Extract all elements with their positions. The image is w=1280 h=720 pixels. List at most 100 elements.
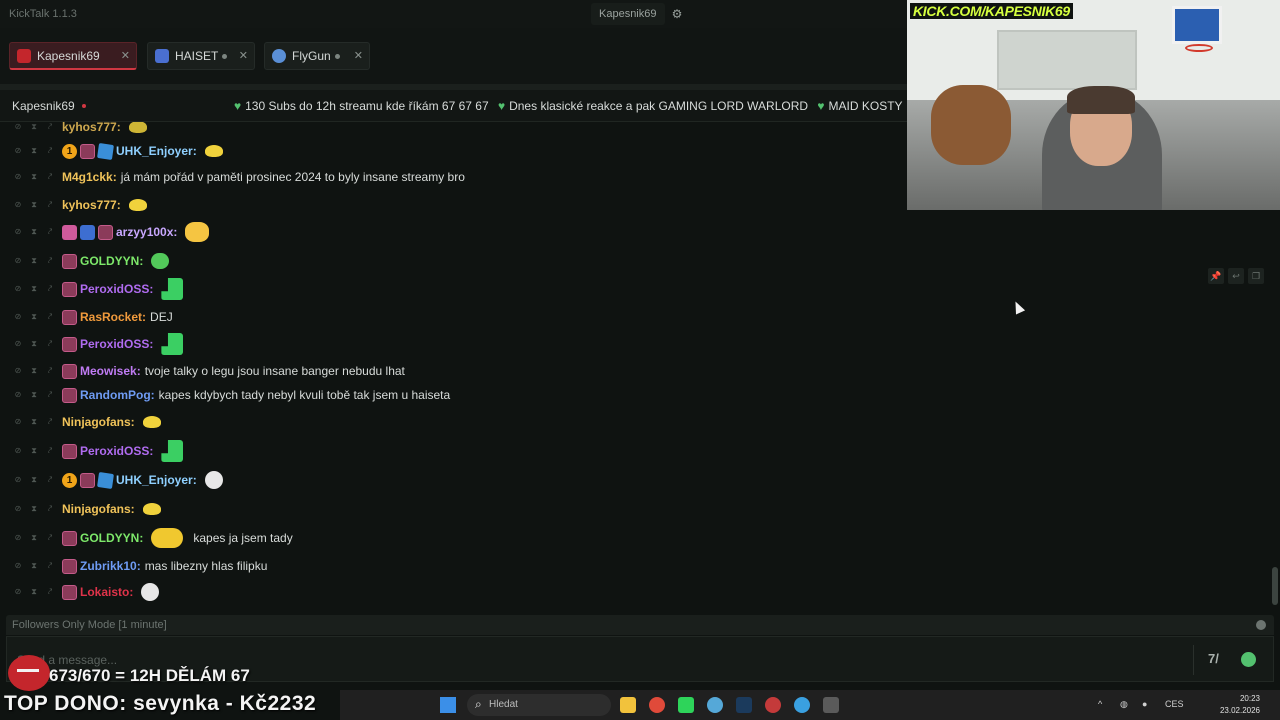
emote-picker-icon[interactable] [1241,652,1256,667]
timeout-icon[interactable]: ⧗ [28,255,40,267]
ban-icon[interactable]: ⊘ [12,560,24,572]
ban-icon[interactable]: ⊘ [12,586,24,598]
chat-username[interactable]: Meowisek: [80,364,141,378]
chrome-icon[interactable] [649,697,665,713]
chat-message[interactable]: ⊘ ⧗ ⤤ Meowisek: tvoje talky o legu jsou insa… [0,358,1270,384]
network-app-icon[interactable] [707,697,723,713]
ban-icon[interactable]: ⊘ [12,416,24,428]
chevron-up-icon[interactable]: ^ [1098,699,1102,709]
chat-username[interactable]: PeroxidOSS: [80,444,153,458]
chat-message[interactable]: ⊘ ⧗ ⤤ Ninjagofans: [0,409,1270,435]
ban-icon[interactable]: ⊘ [12,532,24,544]
ban-icon[interactable]: ⊘ [12,338,24,350]
chat-username[interactable]: RandomPog: [80,388,155,402]
chat-username[interactable]: Ninjagofans: [62,415,135,429]
timeout-icon[interactable]: ⧗ [28,283,40,295]
calculator-icon[interactable] [823,697,839,713]
close-icon[interactable]: ✕ [354,49,363,62]
timeout-icon[interactable]: ⧗ [28,503,40,515]
obs-icon[interactable] [765,697,781,713]
pin-icon[interactable]: ⤤ [44,171,56,183]
tab-kapesnik69[interactable]: Kapesnik69 ✕ [9,42,137,70]
ban-icon[interactable]: ⊘ [12,171,24,183]
copy-icon[interactable]: ❐ [1248,268,1264,284]
chat-username[interactable]: Zubrikk10: [80,559,141,573]
timeout-icon[interactable]: ⧗ [28,226,40,238]
chat-message[interactable]: ⊘ ⧗ ⤤ Zubrikk10: mas libezny hlas filipku [0,553,1270,579]
pin-icon[interactable]: ⤤ [44,503,56,515]
reply-icon[interactable]: ↩ [1228,268,1244,284]
timeout-icon[interactable]: ⧗ [28,474,40,486]
pin-icon[interactable]: ⤤ [44,226,56,238]
chat-message[interactable]: ⊘ ⧗ ⤤ GOLDYYN: [0,248,1270,274]
ban-icon[interactable]: ⊘ [12,199,24,211]
timeout-icon[interactable]: ⧗ [28,389,40,401]
chat-message[interactable]: ⊘ ⧗ ⤤ arzyy100x: [0,219,1270,245]
pin-icon[interactable]: ⤤ [44,365,56,377]
chat-message[interactable]: ⊘ ⧗ ⤤ GOLDYYN: kapes ja jsem tady [0,525,1270,551]
chat-message[interactable]: ⊘ ⧗ ⤤ PeroxidOSS: [0,276,1270,302]
pin-icon[interactable]: ⤤ [44,255,56,267]
chat-message[interactable]: ⊘ ⧗ ⤤ PeroxidOSS: [0,438,1270,464]
pin-icon[interactable]: ⤤ [44,389,56,401]
chat-username[interactable]: kyhos777: [62,122,121,134]
pin-icon[interactable]: ⤤ [44,474,56,486]
timeout-icon[interactable]: ⧗ [28,586,40,598]
pin-icon[interactable]: ⤤ [44,338,56,350]
chat-username[interactable]: M4g1ckk: [62,170,117,184]
chat-username[interactable]: GOLDYYN: [80,254,143,268]
ban-icon[interactable]: ⊘ [12,145,24,157]
taskbar-search[interactable]: ⌕ Hledat [467,694,611,716]
language-indicator[interactable]: CES [1165,699,1184,709]
chat-message[interactable]: ⊘ ⧗ ⤤ Lokaisto: [0,579,1270,605]
chat-message[interactable]: ⊘ ⧗ ⤤ Ninjagofans: [0,496,1270,522]
timeout-icon[interactable]: ⧗ [28,445,40,457]
ban-icon[interactable]: ⊘ [12,389,24,401]
timeout-icon[interactable]: ⧗ [28,311,40,323]
chat-username[interactable]: kyhos777: [62,198,121,212]
chat-message[interactable]: ⊘ ⧗ ⤤ RasRocket: DEJ [0,304,1270,330]
ban-icon[interactable]: ⊘ [12,445,24,457]
timeout-icon[interactable]: ⧗ [28,122,40,133]
close-icon[interactable]: ✕ [121,49,130,62]
pin-icon[interactable]: ⤤ [44,416,56,428]
ban-icon[interactable]: ⊘ [12,311,24,323]
timeout-icon[interactable]: ⧗ [28,199,40,211]
steam-icon[interactable] [736,697,752,713]
pin-icon[interactable]: ⤤ [44,532,56,544]
pin-icon[interactable]: ⤤ [44,283,56,295]
tab-flygun[interactable]: FlyGun ✕ [264,42,370,70]
pin-icon[interactable]: ⤤ [44,586,56,598]
windows-start-icon[interactable] [440,697,456,713]
kick-emote-button[interactable]: 7/ [1208,651,1219,666]
timeout-icon[interactable]: ⧗ [28,532,40,544]
ban-icon[interactable]: ⊘ [12,255,24,267]
timeout-icon[interactable]: ⧗ [28,560,40,572]
chat-username[interactable]: RasRocket: [80,310,146,324]
pin-icon[interactable]: ⤤ [44,560,56,572]
ban-icon[interactable]: ⊘ [12,226,24,238]
ban-icon[interactable]: ⊘ [12,503,24,515]
ban-icon[interactable]: ⊘ [12,122,24,133]
pin-icon[interactable]: ⤤ [44,311,56,323]
pin-icon[interactable]: ⤤ [44,145,56,157]
pin-icon[interactable]: ⤤ [44,445,56,457]
timeout-icon[interactable]: ⧗ [28,145,40,157]
ban-icon[interactable]: ⊘ [12,474,24,486]
network-tray-icon[interactable]: ◍ [1120,699,1128,710]
chat-username[interactable]: arzyy100x: [116,225,177,239]
chat-username[interactable]: PeroxidOSS: [80,282,153,296]
tab-haiset[interactable]: HAISET ✕ [147,42,255,70]
ban-icon[interactable]: ⊘ [12,365,24,377]
file-explorer-icon[interactable] [620,697,636,713]
mic-tray-icon[interactable]: ● [1142,699,1147,709]
pin-icon[interactable]: ⤤ [44,199,56,211]
close-icon[interactable]: ✕ [239,49,248,62]
chat-scrollbar[interactable] [1272,567,1278,605]
timeout-icon[interactable]: ⧗ [28,171,40,183]
chat-username[interactable]: Ninjagofans: [62,502,135,516]
timeout-icon[interactable]: ⧗ [28,416,40,428]
timeout-icon[interactable]: ⧗ [28,365,40,377]
clock[interactable]: 20:23 23.02.2026 [1190,693,1260,717]
current-user-button[interactable]: Kapesnik69 [591,3,665,25]
